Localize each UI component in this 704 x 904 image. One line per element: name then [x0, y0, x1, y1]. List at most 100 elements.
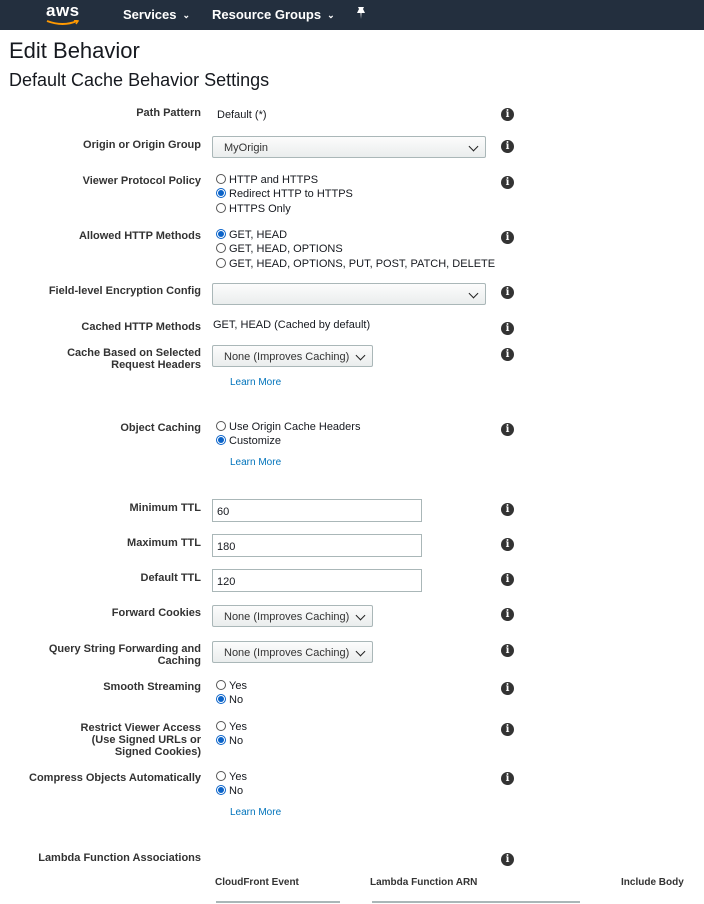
- path-pattern-label: Path Pattern: [136, 107, 201, 119]
- aws-logo[interactable]: aws: [46, 1, 80, 21]
- column-header-cloudfront-event: CloudFront Event: [215, 877, 299, 888]
- restrict-viewer-label-line2: (Use Signed URLs or: [91, 734, 201, 746]
- info-icon[interactable]: i: [501, 423, 514, 436]
- info-icon[interactable]: i: [501, 231, 514, 244]
- radio-compress-no[interactable]: No: [216, 785, 243, 798]
- radio-button-selected: [216, 229, 226, 239]
- lambda-associations-label: Lambda Function Associations: [38, 852, 201, 864]
- info-icon[interactable]: i: [501, 503, 514, 516]
- query-string-label-line1: Query String Forwarding and: [48, 643, 201, 655]
- min-ttl-input[interactable]: 60: [212, 499, 422, 522]
- pin-icon[interactable]: [355, 6, 367, 20]
- radio-smooth-yes[interactable]: Yes: [216, 680, 247, 693]
- radio-https-only[interactable]: HTTPS Only: [216, 203, 291, 216]
- radio-all-methods[interactable]: GET, HEAD, OPTIONS, PUT, POST, PATCH, DE…: [216, 258, 495, 271]
- info-icon[interactable]: i: [501, 644, 514, 657]
- info-icon[interactable]: i: [501, 538, 514, 551]
- radio-compress-yes[interactable]: Yes: [216, 771, 247, 784]
- radio-label: HTTPS Only: [229, 203, 291, 215]
- radio-button: [216, 771, 226, 781]
- info-icon[interactable]: i: [501, 772, 514, 785]
- radio-label: No: [229, 785, 244, 797]
- query-string-select[interactable]: None (Improves Caching): [212, 641, 373, 663]
- radio-button: [216, 421, 226, 431]
- radio-label: Yes: [229, 680, 247, 692]
- radio-button-selected: [216, 735, 226, 745]
- cloudfront-event-select-edge[interactable]: [216, 901, 340, 903]
- cache-headers-select[interactable]: None (Improves Caching): [212, 345, 373, 367]
- chevron-down-icon: [355, 610, 366, 621]
- info-icon[interactable]: i: [501, 348, 514, 361]
- compress-label: Compress Objects Automatically: [29, 772, 201, 784]
- info-icon[interactable]: i: [501, 140, 514, 153]
- radio-button-selected: [216, 188, 226, 198]
- info-icon[interactable]: i: [501, 723, 514, 736]
- min-ttl-label: Minimum TTL: [129, 502, 202, 514]
- radio-get-head[interactable]: GET, HEAD: [216, 229, 287, 242]
- origin-select[interactable]: MyOrigin: [212, 136, 486, 158]
- learn-more-link[interactable]: Learn More: [230, 457, 281, 468]
- learn-more-link[interactable]: Learn More: [230, 377, 281, 388]
- radio-button: [216, 680, 226, 690]
- info-icon[interactable]: i: [501, 573, 514, 586]
- cache-headers-selected: None (Improves Caching): [224, 351, 350, 363]
- allowed-methods-label: Allowed HTTP Methods: [78, 230, 201, 242]
- info-icon[interactable]: i: [501, 286, 514, 299]
- radio-label: GET, HEAD, OPTIONS: [229, 243, 343, 255]
- info-icon[interactable]: i: [501, 108, 514, 121]
- radio-smooth-no[interactable]: No: [216, 694, 243, 707]
- radio-label: No: [229, 735, 244, 747]
- radio-label: Yes: [229, 721, 247, 733]
- info-icon[interactable]: i: [501, 853, 514, 866]
- chevron-down-icon: [355, 646, 366, 657]
- object-caching-label: Object Caching: [120, 422, 201, 434]
- radio-button: [216, 721, 226, 731]
- radio-button-selected: [216, 694, 226, 704]
- radio-button: [216, 243, 226, 253]
- smooth-streaming-label: Smooth Streaming: [103, 681, 201, 693]
- lambda-arn-input-edge[interactable]: [372, 901, 580, 903]
- radio-restrict-yes[interactable]: Yes: [216, 721, 247, 734]
- default-ttl-label: Default TTL: [140, 572, 202, 584]
- max-ttl-label: Maximum TTL: [127, 537, 201, 549]
- radio-redirect-http-to-https[interactable]: Redirect HTTP to HTTPS: [216, 188, 353, 201]
- radio-use-origin-cache-headers[interactable]: Use Origin Cache Headers: [216, 421, 360, 434]
- cached-methods-value: GET, HEAD (Cached by default): [213, 319, 371, 331]
- radio-button-selected: [216, 435, 226, 445]
- info-icon[interactable]: i: [501, 322, 514, 335]
- section-title: Default Cache Behavior Settings: [9, 70, 270, 90]
- radio-get-head-options[interactable]: GET, HEAD, OPTIONS: [216, 243, 343, 256]
- cached-methods-label: Cached HTTP Methods: [81, 321, 201, 333]
- cache-headers-label-line1: Cache Based on Selected: [67, 347, 201, 359]
- page-title: Edit Behavior: [9, 38, 140, 63]
- services-label: Services: [123, 7, 177, 22]
- info-icon[interactable]: i: [501, 682, 514, 695]
- forward-cookies-selected: None (Improves Caching): [224, 611, 350, 623]
- learn-more-link[interactable]: Learn More: [230, 807, 281, 818]
- radio-label: Yes: [229, 771, 247, 783]
- services-menu[interactable]: Services ⌄: [123, 7, 190, 22]
- radio-label: Customize: [229, 435, 281, 447]
- forward-cookies-select[interactable]: None (Improves Caching): [212, 605, 373, 627]
- chevron-down-icon: ⌄: [327, 10, 335, 20]
- radio-label: GET, HEAD, OPTIONS, PUT, POST, PATCH, DE…: [229, 258, 496, 270]
- info-icon[interactable]: i: [501, 176, 514, 189]
- chevron-down-icon: [355, 350, 366, 361]
- path-pattern-value: Default (*): [217, 109, 267, 121]
- radio-customize[interactable]: Customize: [216, 435, 281, 448]
- chevron-down-icon: [468, 141, 479, 152]
- info-icon[interactable]: i: [501, 608, 514, 621]
- max-ttl-input[interactable]: 180: [212, 534, 422, 557]
- radio-label: GET, HEAD: [229, 229, 288, 241]
- radio-restrict-no[interactable]: No: [216, 735, 243, 748]
- chevron-down-icon: [468, 288, 479, 299]
- query-string-label-line2: Caching: [157, 655, 201, 667]
- radio-http-and-https[interactable]: HTTP and HTTPS: [216, 174, 318, 187]
- resource-groups-menu[interactable]: Resource Groups ⌄: [212, 7, 335, 22]
- field-encryption-select[interactable]: [212, 283, 486, 305]
- radio-button: [216, 174, 226, 184]
- origin-label: Origin or Origin Group: [83, 139, 201, 151]
- origin-selected: MyOrigin: [224, 142, 269, 154]
- restrict-viewer-label-line1: Restrict Viewer Access: [80, 722, 201, 734]
- default-ttl-input[interactable]: 120: [212, 569, 422, 592]
